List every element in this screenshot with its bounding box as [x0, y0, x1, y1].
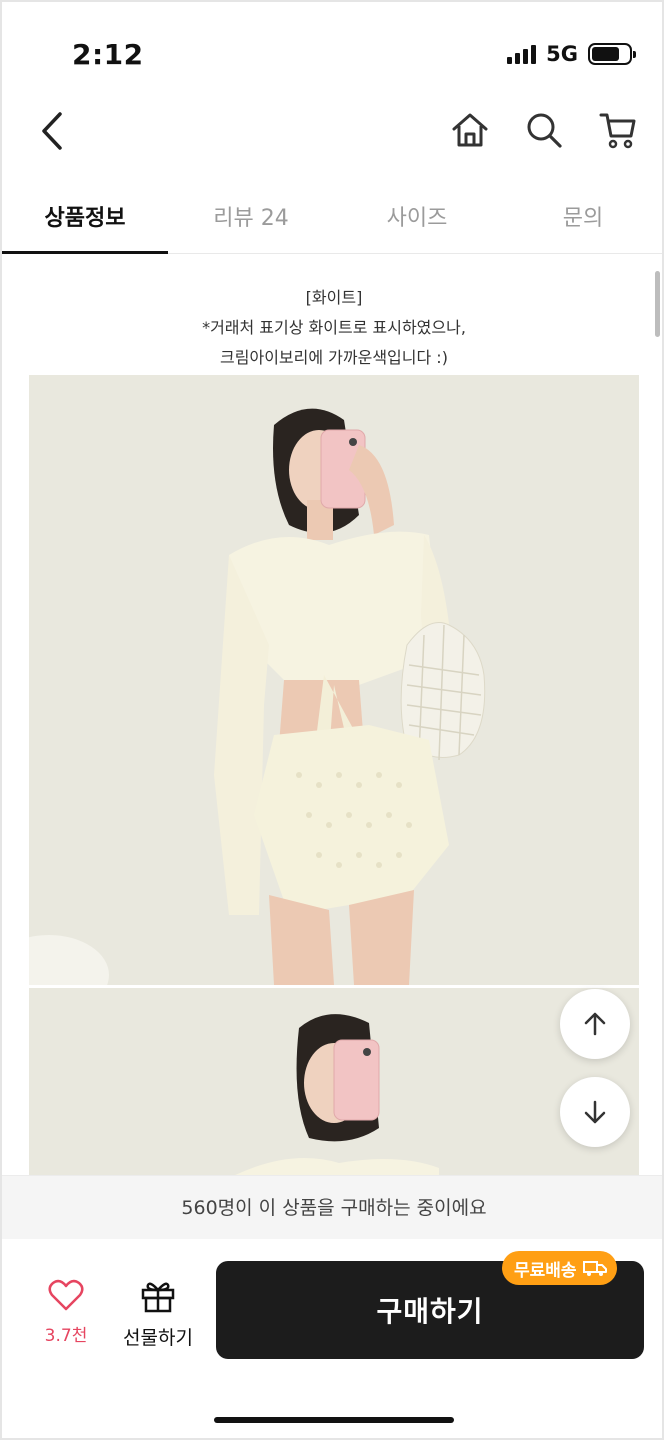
- free-shipping-label: 무료배송: [514, 1260, 577, 1281]
- home-indicator[interactable]: [214, 1417, 454, 1423]
- cart-button[interactable]: [598, 110, 638, 150]
- status-bar: 2:12 5G: [2, 2, 662, 102]
- back-button[interactable]: [36, 108, 70, 154]
- tab-size[interactable]: 사이즈: [334, 182, 500, 253]
- like-count: 3.7천: [44, 1326, 88, 1346]
- heart-icon: [48, 1279, 84, 1311]
- status-time: 2:12: [72, 38, 144, 71]
- gift-icon: [141, 1282, 175, 1313]
- product-tabs: 상품정보 리뷰 24 사이즈 문의: [2, 182, 662, 254]
- bottom-action-bar: 3.7천 선물하기 구매하기 무료배송: [2, 1239, 662, 1438]
- scroll-down-button[interactable]: [560, 1077, 630, 1147]
- top-nav: [2, 102, 662, 162]
- arrow-down-icon: [584, 1100, 606, 1124]
- network-label: 5G: [546, 42, 578, 66]
- scroll-up-button[interactable]: [560, 989, 630, 1059]
- notice-line-2: *거래처 표기상 화이트로 표시하였으나,: [202, 318, 466, 337]
- tab-product-info[interactable]: 상품정보: [2, 182, 168, 254]
- status-indicators: 5G: [507, 42, 636, 66]
- gift-label: 선물하기: [123, 1327, 193, 1349]
- cart-icon: [599, 113, 636, 149]
- nav-actions: [450, 110, 638, 150]
- notice-line-1: [화이트]: [305, 288, 363, 307]
- signal-icon: [507, 44, 537, 64]
- product-photo: [29, 375, 639, 985]
- gift-button[interactable]: 선물하기: [118, 1279, 198, 1350]
- product-detail-content[interactable]: [화이트] *거래처 표기상 화이트로 표시하였으나, 크림아이보리에 가까운색…: [2, 255, 662, 1175]
- search-button[interactable]: [524, 110, 564, 150]
- color-notice: [화이트] *거래처 표기상 화이트로 표시하였으나, 크림아이보리에 가까운색…: [2, 255, 662, 373]
- home-button[interactable]: [450, 110, 490, 150]
- buying-now-banner: 560명이 이 상품을 구매하는 중이에요: [2, 1175, 662, 1239]
- battery-icon: [588, 43, 636, 65]
- home-icon: [452, 113, 488, 147]
- tab-reviews[interactable]: 리뷰 24: [168, 182, 334, 253]
- chevron-left-icon: [42, 112, 62, 150]
- tab-inquiry[interactable]: 문의: [500, 182, 662, 253]
- like-button[interactable]: 3.7천: [38, 1279, 94, 1346]
- truck-icon: [582, 1261, 607, 1276]
- product-photo-2: [29, 988, 639, 1175]
- search-icon: [527, 113, 562, 148]
- scrollbar[interactable]: [655, 271, 660, 337]
- app-frame: 2:12 5G 상품정보 리뷰 24 사이즈 문의 [화이트] *거래처 표기상…: [0, 0, 664, 1440]
- arrow-up-icon: [584, 1012, 606, 1036]
- free-shipping-badge: 무료배송: [502, 1251, 617, 1285]
- notice-line-3: 크림아이보리에 가까운색입니다 :): [220, 348, 448, 367]
